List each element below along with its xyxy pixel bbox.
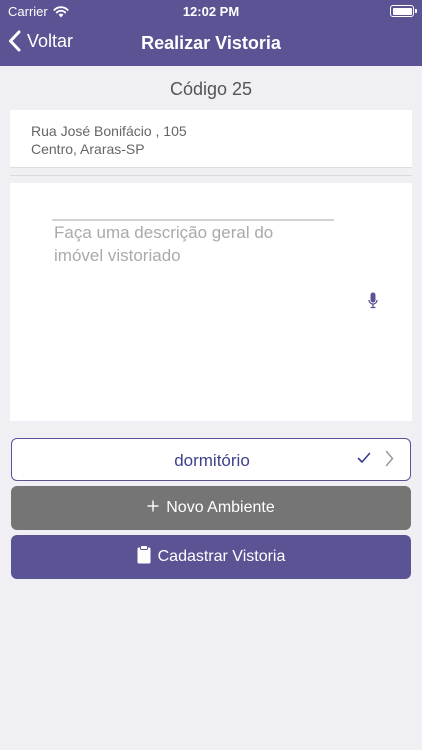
status-bar: Carrier 12:02 PM bbox=[0, 0, 422, 22]
microphone-icon[interactable] bbox=[368, 292, 378, 314]
divider bbox=[10, 175, 412, 176]
room-item-dormitorio[interactable]: dormitório bbox=[11, 438, 411, 481]
save-inspection-label: Cadastrar Vistoria bbox=[157, 548, 286, 565]
navigation-bar: Voltar Realizar Vistoria bbox=[0, 22, 422, 66]
room-label: dormitório bbox=[174, 451, 250, 470]
top-bar: Carrier 12:02 PM Voltar Realizar Vistori… bbox=[0, 0, 422, 66]
battery-icon bbox=[390, 5, 417, 17]
description-placeholder: Faça uma descrição geral do imóvel visto… bbox=[54, 223, 274, 265]
inspection-code: Código 25 bbox=[169, 79, 253, 99]
address-card: Rua José Bonifácio , 105 Centro, Araras-… bbox=[10, 110, 412, 168]
clipboard-icon bbox=[137, 545, 151, 569]
new-room-label: Novo Ambiente bbox=[166, 499, 275, 516]
new-room-button[interactable]: Novo Ambiente bbox=[11, 486, 411, 530]
battery-level bbox=[392, 7, 412, 15]
plus-icon bbox=[147, 499, 159, 517]
checkmark-icon bbox=[357, 451, 371, 469]
chevron-right-icon bbox=[385, 450, 394, 472]
battery-tip bbox=[415, 9, 417, 13]
address-city: Centro, Araras-SP bbox=[31, 141, 145, 157]
address-street: Rua José Bonifácio , 105 bbox=[31, 123, 187, 139]
clock: 12:02 PM bbox=[182, 4, 240, 19]
description-field[interactable]: Faça uma descrição geral do imóvel visto… bbox=[10, 183, 412, 421]
screen: Carrier 12:02 PM Voltar Realizar Vistori… bbox=[0, 0, 422, 750]
save-inspection-button[interactable]: Cadastrar Vistoria bbox=[11, 535, 411, 579]
page-title: Realizar Vistoria bbox=[141, 33, 281, 53]
